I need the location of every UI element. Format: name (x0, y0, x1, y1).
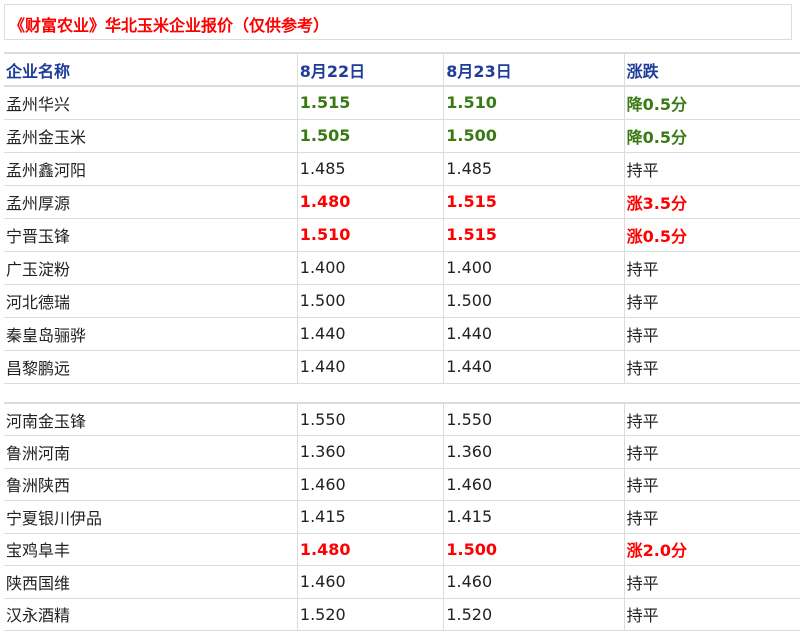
company-name-cell: 河北德瑞 (4, 284, 298, 318)
price-aug22-cell: 1.485 (296, 152, 444, 186)
price-aug22-cell: 1.440 (296, 317, 444, 351)
change-cell: 持平 (623, 500, 800, 534)
price-table-main: 企业名称 8月22日 8月23日 涨跌 孟州华兴 1.515 1.510 降0.5分孟… (4, 52, 800, 384)
change-cell: 持平 (623, 565, 800, 599)
table-row: 鲁洲河南 1.360 1.360 持平 (4, 435, 800, 469)
change-cell: 涨3.5分 (623, 185, 800, 219)
price-aug23-cell: 1.500 (443, 119, 625, 153)
company-name-cell: 宁夏银川伊品 (4, 500, 298, 534)
company-name-cell: 宁晋玉锋 (4, 218, 298, 252)
header-change: 涨跌 (623, 52, 800, 87)
header-aug22: 8月22日 (296, 52, 444, 87)
table-row: 秦皇岛骊骅 1.440 1.440 持平 (4, 317, 800, 351)
table-row: 汉永酒精 1.520 1.520 持平 (4, 598, 800, 631)
change-cell: 涨0.5分 (623, 218, 800, 252)
price-aug22-cell: 1.510 (296, 218, 444, 252)
change-cell: 持平 (623, 598, 800, 631)
table-row: 孟州华兴 1.515 1.510 降0.5分 (4, 86, 800, 120)
change-cell: 持平 (623, 403, 800, 436)
price-aug22-cell: 1.520 (296, 598, 444, 631)
price-aug22-cell: 1.505 (296, 119, 444, 153)
company-name-cell: 秦皇岛骊骅 (4, 317, 298, 351)
table-row: 广玉淀粉 1.400 1.400 持平 (4, 251, 800, 285)
header-company: 企业名称 (4, 52, 298, 87)
table-row: 陕西国维 1.460 1.460 持平 (4, 565, 800, 599)
price-aug23-cell: 1.400 (443, 251, 625, 285)
company-name-cell: 鲁洲陕西 (4, 468, 298, 501)
change-cell: 持平 (623, 152, 800, 186)
price-aug23-cell: 1.550 (443, 403, 625, 436)
price-table-secondary: 河南金玉锋 1.550 1.550 持平 鲁洲河南 1.360 1.360 持平 鲁洲陕西 1.4… (4, 402, 800, 631)
table-row: 孟州厚源 1.480 1.515 涨3.5分 (4, 185, 800, 219)
price-aug22-cell: 1.460 (296, 565, 444, 599)
price-aug23-cell: 1.415 (443, 500, 625, 534)
price-aug23-cell: 1.485 (443, 152, 625, 186)
price-aug22-cell: 1.550 (296, 403, 444, 436)
change-cell: 持平 (623, 317, 800, 351)
price-aug22-cell: 1.400 (296, 251, 444, 285)
company-name-cell: 河南金玉锋 (4, 403, 298, 436)
page-title: 《财富农业》华北玉米企业报价（仅供参考） (9, 16, 330, 35)
price-aug22-cell: 1.440 (296, 350, 444, 384)
change-cell: 持平 (623, 251, 800, 285)
price-aug22-cell: 1.415 (296, 500, 444, 534)
price-aug23-cell: 1.460 (443, 565, 625, 599)
price-aug23-cell: 1.440 (443, 317, 625, 351)
change-cell: 持平 (623, 284, 800, 318)
price-aug23-cell: 1.500 (443, 284, 625, 318)
table-row: 河南金玉锋 1.550 1.550 持平 (4, 403, 800, 436)
company-name-cell: 孟州华兴 (4, 86, 298, 120)
table-row: 河北德瑞 1.500 1.500 持平 (4, 284, 800, 318)
change-cell: 降0.5分 (623, 86, 800, 120)
header-aug23: 8月23日 (443, 52, 625, 87)
price-aug23-cell: 1.460 (443, 468, 625, 501)
price-aug22-cell: 1.460 (296, 468, 444, 501)
price-aug23-cell: 1.515 (443, 218, 625, 252)
company-name-cell: 孟州金玉米 (4, 119, 298, 153)
price-aug22-cell: 1.480 (296, 185, 444, 219)
price-aug23-cell: 1.360 (443, 435, 625, 469)
company-name-cell: 广玉淀粉 (4, 251, 298, 285)
title-box: 《财富农业》华北玉米企业报价（仅供参考） (4, 4, 792, 40)
table-header-row: 企业名称 8月22日 8月23日 涨跌 (4, 52, 800, 87)
company-name-cell: 宝鸡阜丰 (4, 533, 298, 566)
table-row: 宝鸡阜丰 1.480 1.500 涨2.0分 (4, 533, 800, 566)
table-row: 宁夏银川伊品 1.415 1.415 持平 (4, 500, 800, 534)
change-cell: 持平 (623, 468, 800, 501)
price-aug23-cell: 1.510 (443, 86, 625, 120)
company-name-cell: 鲁洲河南 (4, 435, 298, 469)
table-row: 昌黎鹏远 1.440 1.440 持平 (4, 350, 800, 384)
price-aug23-cell: 1.515 (443, 185, 625, 219)
price-aug23-cell: 1.520 (443, 598, 625, 631)
change-cell: 涨2.0分 (623, 533, 800, 566)
price-aug22-cell: 1.515 (296, 86, 444, 120)
table-row: 鲁洲陕西 1.460 1.460 持平 (4, 468, 800, 501)
company-name-cell: 陕西国维 (4, 565, 298, 599)
price-aug23-cell: 1.440 (443, 350, 625, 384)
table-row: 宁晋玉锋 1.510 1.515 涨0.5分 (4, 218, 800, 252)
table-row: 孟州鑫河阳 1.485 1.485 持平 (4, 152, 800, 186)
price-aug22-cell: 1.500 (296, 284, 444, 318)
price-aug23-cell: 1.500 (443, 533, 625, 566)
table-row: 孟州金玉米 1.505 1.500 降0.5分 (4, 119, 800, 153)
change-cell: 持平 (623, 350, 800, 384)
change-cell: 持平 (623, 435, 800, 469)
company-name-cell: 孟州鑫河阳 (4, 152, 298, 186)
price-aug22-cell: 1.360 (296, 435, 444, 469)
company-name-cell: 孟州厚源 (4, 185, 298, 219)
change-cell: 降0.5分 (623, 119, 800, 153)
company-name-cell: 昌黎鹏远 (4, 350, 298, 384)
company-name-cell: 汉永酒精 (4, 598, 298, 631)
price-aug22-cell: 1.480 (296, 533, 444, 566)
